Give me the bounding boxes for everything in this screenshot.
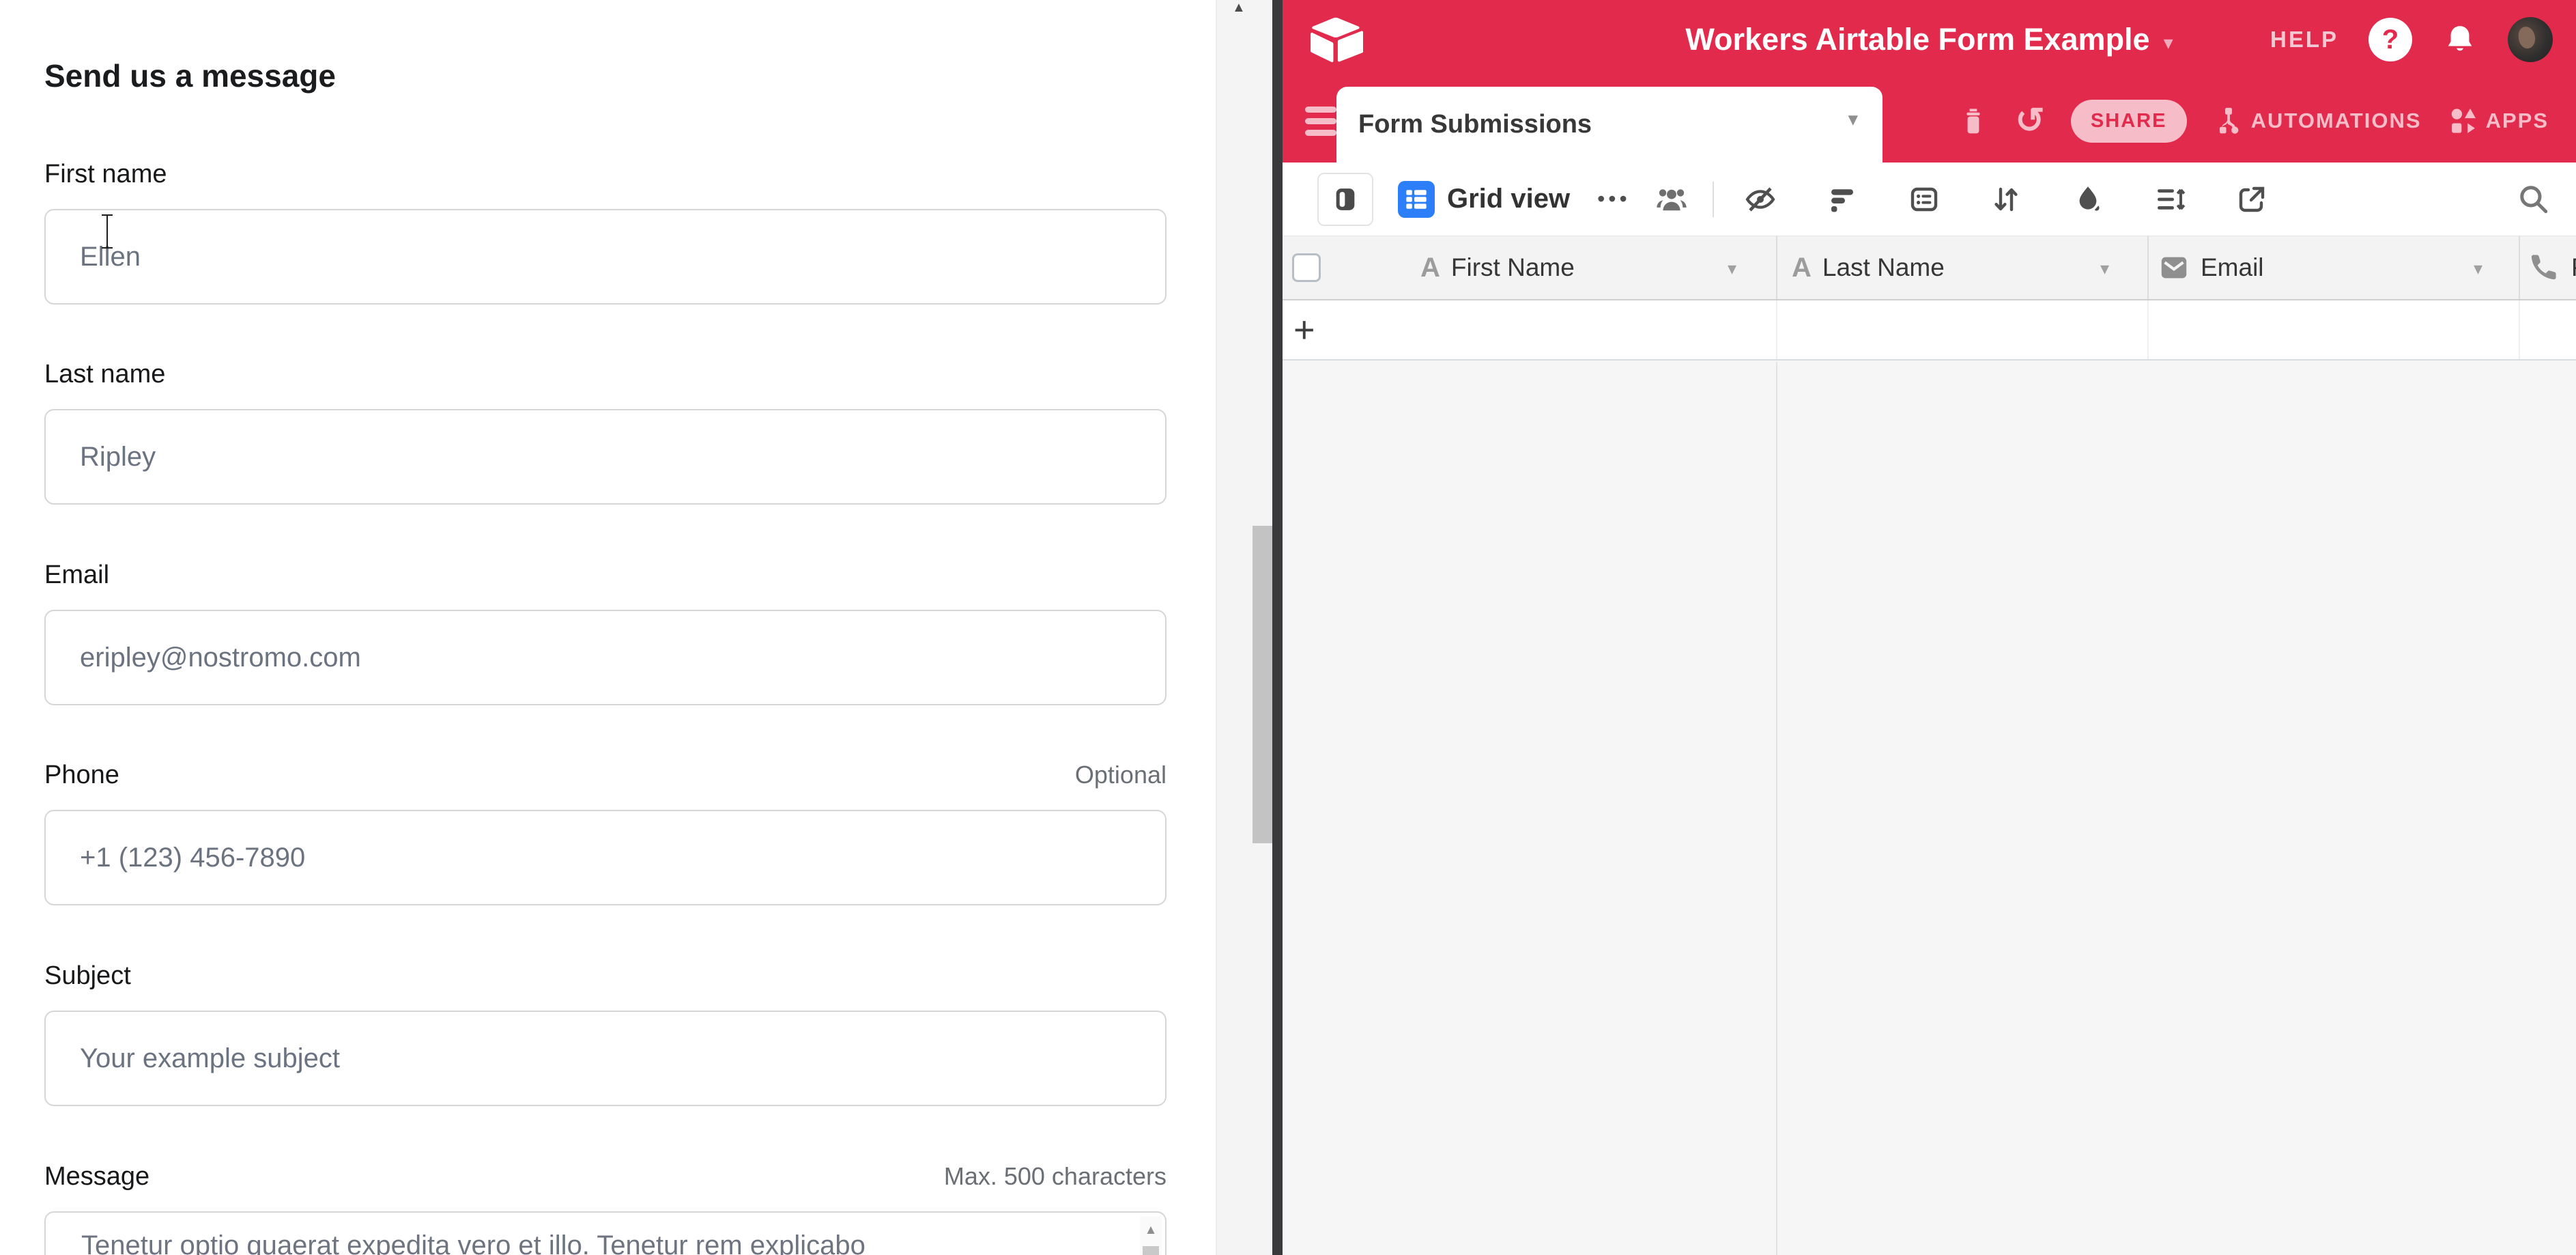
message-textarea[interactable]: Tenetur optio quaerat expedita vero et i… — [44, 1211, 1167, 1255]
share-button[interactable]: SHARE — [2071, 100, 2187, 143]
add-row-plus-icon[interactable]: + — [1293, 300, 1315, 359]
message-scrollbar-thumb[interactable] — [1143, 1246, 1159, 1255]
grid-empty-area — [1283, 362, 2576, 1255]
scrollbar-up-icon[interactable]: ▲ — [1232, 0, 1246, 16]
email-label: Email — [44, 561, 109, 590]
phone-field: Phone Optional — [44, 761, 1167, 905]
last-name-label: Last name — [44, 360, 165, 389]
text-cursor-icon — [100, 214, 115, 249]
airtable-window: Workers Airtable Form Example ▾ HELP ? — [1283, 0, 2576, 1255]
automations-icon — [2213, 105, 2244, 137]
chevron-down-icon[interactable]: ▾ — [1728, 258, 1736, 279]
email-field-type-icon — [2158, 252, 2190, 283]
email-input[interactable] — [44, 610, 1167, 705]
color-icon[interactable] — [2072, 183, 2104, 216]
select-all-checkbox[interactable] — [1292, 253, 1321, 282]
column-header-last-name[interactable]: A Last Name — [1792, 236, 1945, 299]
column-header-phone[interactable]: Phone — [2529, 236, 2576, 299]
history-icon[interactable]: ↺ — [2015, 105, 2045, 137]
notifications-bell-icon[interactable] — [2442, 22, 2478, 57]
message-field: Message Max. 500 characters Tenetur opti… — [44, 1162, 1167, 1255]
subject-label: Subject — [44, 961, 131, 991]
chevron-down-icon: ▾ — [1848, 107, 1858, 131]
airtable-logo-icon[interactable] — [1308, 16, 1363, 63]
column-header-first-name[interactable]: A First Name — [1420, 236, 1575, 299]
hamburger-menu-icon[interactable] — [1305, 107, 1336, 141]
first-name-label: First name — [44, 160, 167, 189]
tab-form-submissions[interactable]: Form Submissions ▾ — [1336, 87, 1883, 163]
email-field: Email — [44, 561, 1167, 705]
toolbar-separator — [1713, 182, 1714, 217]
apps-icon — [2448, 105, 2479, 137]
message-scrollbar[interactable]: ▲ — [1140, 1216, 1162, 1255]
collaborators-icon[interactable] — [1654, 182, 1689, 217]
form-title: Send us a message — [44, 57, 336, 94]
airtable-topbar: Workers Airtable Form Example ▾ HELP ? — [1283, 0, 2576, 79]
phone-field-type-icon — [2529, 252, 2560, 283]
hide-fields-icon[interactable] — [1744, 183, 1777, 216]
base-title-menu[interactable]: Workers Airtable Form Example ▾ — [1685, 0, 2173, 79]
phone-label: Phone — [44, 761, 119, 790]
base-title: Workers Airtable Form Example — [1685, 22, 2149, 57]
form-pane-scrollbar-thumb[interactable] — [1253, 526, 1272, 843]
trash-icon[interactable] — [1958, 105, 1989, 137]
phone-optional-helper: Optional — [1075, 761, 1167, 789]
column-header-email[interactable]: Email — [2158, 236, 2264, 299]
sort-icon[interactable] — [1990, 183, 2022, 216]
last-name-input[interactable] — [44, 409, 1167, 505]
first-name-field: First name — [44, 160, 1167, 305]
chevron-down-icon: ▾ — [2164, 26, 2173, 54]
share-view-icon[interactable] — [2235, 183, 2268, 216]
subject-field: Subject — [44, 961, 1167, 1106]
message-maxchars-helper: Max. 500 characters — [944, 1162, 1167, 1191]
chevron-down-icon[interactable]: ▾ — [2474, 258, 2482, 279]
scroll-up-icon[interactable]: ▲ — [1140, 1216, 1162, 1238]
message-label: Message — [44, 1162, 149, 1191]
view-more-icon[interactable]: ••• — [1597, 186, 1631, 212]
text-field-type-icon: A — [1792, 253, 1812, 283]
message-text: Tenetur optio quaerat expedita vero et i… — [81, 1228, 1104, 1255]
help-button[interactable]: HELP — [2270, 27, 2338, 53]
add-row-row[interactable]: + — [1283, 300, 2576, 361]
subject-input[interactable] — [44, 1011, 1167, 1106]
row-height-icon[interactable] — [2153, 183, 2186, 216]
apps-button[interactable]: APPS — [2448, 105, 2549, 137]
chevron-down-icon[interactable]: ▾ — [2100, 258, 2109, 279]
first-name-input[interactable] — [44, 209, 1167, 305]
screen: Send us a message First name Last name E… — [0, 0, 2576, 1255]
group-icon[interactable] — [1908, 183, 1941, 216]
panel-icon — [1332, 184, 1359, 215]
automations-button[interactable]: AUTOMATIONS — [2213, 105, 2422, 137]
table-tabbar: Form Submissions ▾ ↺ SHARE — [1283, 79, 2576, 163]
filter-icon[interactable] — [1826, 183, 1859, 216]
grid-header-row: A First Name ▾ A Last Name ▾ Email — [1283, 236, 2576, 300]
question-icon[interactable]: ? — [2369, 18, 2412, 61]
contact-form-pane: Send us a message First name Last name E… — [0, 0, 1216, 1255]
view-toolbar: Grid view ••• — [1283, 163, 2576, 236]
view-name[interactable]: Grid view — [1447, 184, 1570, 214]
last-name-field: Last name — [44, 360, 1167, 505]
search-icon[interactable] — [2516, 182, 2550, 216]
user-avatar[interactable] — [2508, 17, 2553, 62]
grid-view-icon — [1398, 181, 1435, 218]
window-divider — [1272, 0, 1283, 1255]
view-sidebar-toggle-button[interactable] — [1317, 173, 1373, 226]
phone-input[interactable] — [44, 810, 1167, 905]
text-field-type-icon: A — [1420, 253, 1440, 283]
form-pane-scrollbar[interactable]: ▲ — [1216, 0, 1272, 1255]
